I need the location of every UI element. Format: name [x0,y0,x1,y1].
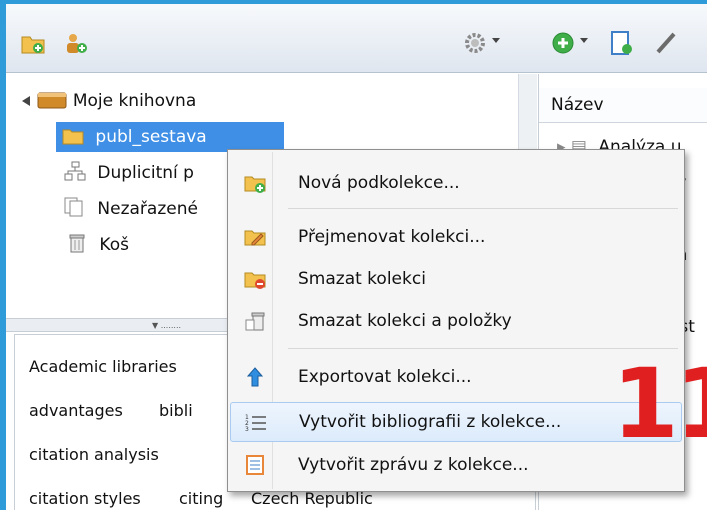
new-note-icon[interactable] [608,30,634,56]
menu-item-rename[interactable]: Přejmenovat kolekci... [230,218,680,256]
collection-label: publ_sestava [95,127,207,147]
column-header-title[interactable]: Název [539,88,707,123]
svg-text:3: 3 [245,426,249,432]
tag[interactable]: advantages [29,401,123,420]
new-collection-icon[interactable] [20,30,46,56]
collection-label: Nezařazené [97,199,198,219]
new-item-dropdown-icon[interactable] [580,38,588,43]
duplicate-icon [64,161,86,181]
collection-item-unfiled[interactable]: Nezařazené [64,194,198,224]
tag[interactable]: citation styles [29,489,141,508]
library-icon [37,92,67,109]
collection-label: Koš [99,235,129,255]
collection-item-duplicates[interactable]: Duplicitní p [64,158,194,188]
menu-item-label: Vytvořit bibliografii z kolekce... [299,412,562,432]
folder-add-icon [244,176,266,193]
tag[interactable]: bibli [159,401,193,420]
unfiled-icon [64,197,83,217]
menu-item-label: Vytvořit zprávu z kolekce... [298,455,529,475]
collection-item-publ-sestava[interactable]: publ_sestava [56,122,284,152]
gear-icon[interactable] [462,30,488,56]
step-number-annotation: 11 [612,348,707,460]
new-group-icon[interactable] [64,30,90,56]
menu-item-label: Smazat kolekci [298,269,426,289]
bibliography-icon: 1 2 3 [245,414,266,432]
gear-dropdown-icon[interactable] [492,38,500,43]
menu-item-label: Exportovat kolekci... [298,367,472,387]
menu-item-label: Smazat kolekci a položky [298,311,512,331]
tag[interactable]: citing [179,489,223,508]
export-icon [246,367,264,387]
menu-item-delete-collection-and-items[interactable]: Smazat kolekci a položky [230,302,680,340]
attach-icon[interactable] [654,30,680,56]
tag[interactable]: citation analysis [29,445,159,464]
menu-item-new-subcollection[interactable]: Nová podkolekce... [230,164,680,202]
tree-root-label: Moje knihovna [72,91,197,111]
toolbar [6,4,707,73]
tree-root[interactable]: Moje knihovna [22,86,196,116]
menu-item-delete-collection[interactable]: Smazat kolekci [230,260,680,298]
rename-icon [244,230,266,246]
folder-icon [62,129,84,145]
splitter-grip-icon: ▼ ........ [152,321,182,330]
tag[interactable]: Academic libraries [29,357,177,376]
collection-label: Duplicitní p [97,163,194,183]
menu-item-label: Přejmenovat kolekci... [298,227,486,247]
new-item-icon[interactable] [550,30,576,56]
trash-icon [245,312,265,331]
collection-item-trash[interactable]: Koš [68,230,129,260]
report-icon [246,455,264,475]
menu-separator [288,208,678,209]
folder-delete-icon [244,272,266,289]
trash-icon [69,234,85,253]
expand-triangle-icon[interactable] [22,96,30,106]
menu-item-label: Nová podkolekce... [298,173,460,193]
